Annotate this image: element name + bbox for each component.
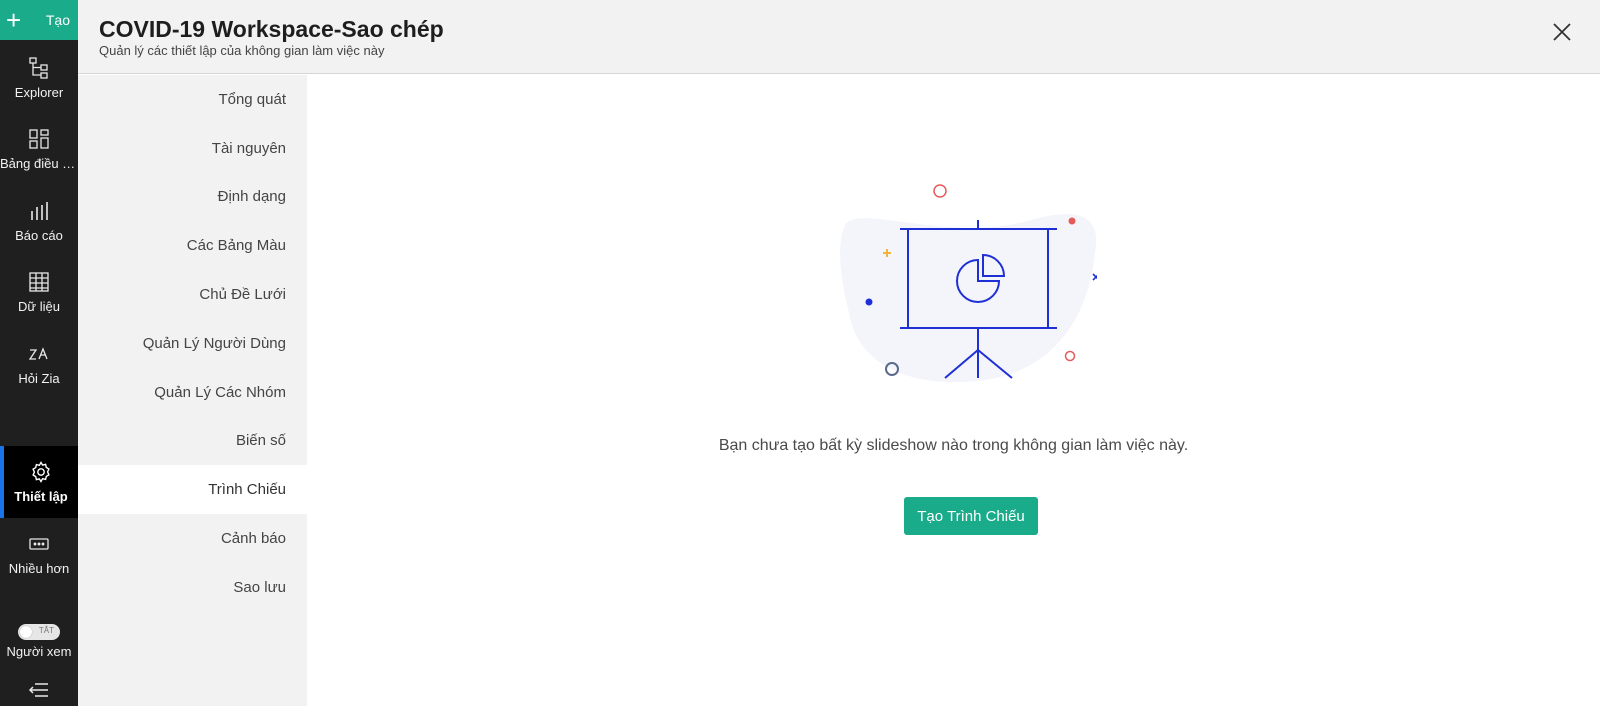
nav-item-grid-themes[interactable]: Chủ Đề Lưới <box>78 270 307 319</box>
reports-icon <box>31 202 48 220</box>
plus-icon: + <box>6 5 22 35</box>
nav-item-backup[interactable]: Sao lưu <box>78 563 307 612</box>
settings-header: COVID-19 Workspace-Sao chép Quản lý các … <box>78 0 1600 74</box>
nav-item-general[interactable]: Tổng quát <box>78 75 307 124</box>
nav-item-user-management[interactable]: Quản Lý Người Dùng <box>78 319 307 368</box>
nav-item-group-management[interactable]: Quản Lý Các Nhóm <box>78 368 307 417</box>
settings-nav: Tổng quát Tài nguyên Định dạng Các Bảng … <box>78 75 307 706</box>
create-label: Tạo <box>45 12 70 28</box>
rail-label-reports: Báo cáo <box>15 228 63 243</box>
rail-item-ask-zia[interactable]: Hỏi Zia <box>0 328 78 400</box>
rail-item-more[interactable]: Nhiều hơn <box>0 518 78 590</box>
create-button[interactable]: + Tạo <box>0 0 78 40</box>
rail-label-more: Nhiều hơn <box>8 561 70 576</box>
nav-item-resources[interactable]: Tài nguyên <box>78 124 307 173</box>
rail-label-ask-zia: Hỏi Zia <box>18 371 60 386</box>
nav-item-variables[interactable]: Biến số <box>78 417 307 466</box>
nav-item-formats[interactable]: Định dạng <box>78 173 307 222</box>
zia-icon <box>28 347 48 360</box>
toggle-knob <box>20 625 32 638</box>
toggle-state: TẮT <box>38 625 54 635</box>
viewer-toggle[interactable]: TẮT <box>18 623 60 640</box>
gear-icon <box>32 461 50 483</box>
rail-item-data[interactable]: Dữ liệu <box>0 256 78 328</box>
rail-item-explorer[interactable]: Explorer <box>0 42 78 114</box>
nav-item-slideshows[interactable]: Trình Chiếu <box>78 465 307 515</box>
rail-item-settings[interactable]: Thiết lập <box>0 446 78 518</box>
empty-state-message: Bạn chưa tạo bất kỳ slideshow nào trong … <box>718 437 1189 454</box>
nav-item-color-palettes[interactable]: Các Bảng Màu <box>78 221 307 270</box>
rail-item-dashboards[interactable]: Bảng điều k... <box>0 113 78 185</box>
viewer-mode: TẮT Người xem <box>0 612 78 670</box>
dashboard-icon <box>29 129 49 149</box>
explorer-icon <box>29 57 48 79</box>
viewer-toggle-label: Người xem <box>6 643 72 659</box>
rail-label-explorer: Explorer <box>14 85 64 100</box>
nav-item-alerts[interactable]: Cảnh báo <box>78 514 307 563</box>
main-content: Bạn chưa tạo bất kỳ slideshow nào trong … <box>307 75 1600 706</box>
page-subtitle: Quản lý các thiết lập của không gian làm… <box>99 43 385 58</box>
page-title: COVID-19 Workspace-Sao chép <box>99 16 444 42</box>
collapse-sidebar-icon[interactable] <box>28 680 50 700</box>
rail-item-reports[interactable]: Báo cáo <box>0 185 78 257</box>
presentation-board-icon <box>840 184 1097 383</box>
create-slideshow-button[interactable]: Tạo Trình Chiếu <box>904 497 1038 535</box>
close-icon[interactable] <box>1550 20 1574 44</box>
rail-label-dashboards: Bảng điều k... <box>0 156 78 171</box>
more-icon <box>29 538 49 550</box>
data-table-icon <box>29 272 49 292</box>
left-rail: + Tạo Explorer Bảng điều k... Báo cáo Dữ… <box>0 0 78 706</box>
rail-label-settings: Thiết lập <box>14 489 68 504</box>
rail-label-data: Dữ liệu <box>18 299 60 314</box>
